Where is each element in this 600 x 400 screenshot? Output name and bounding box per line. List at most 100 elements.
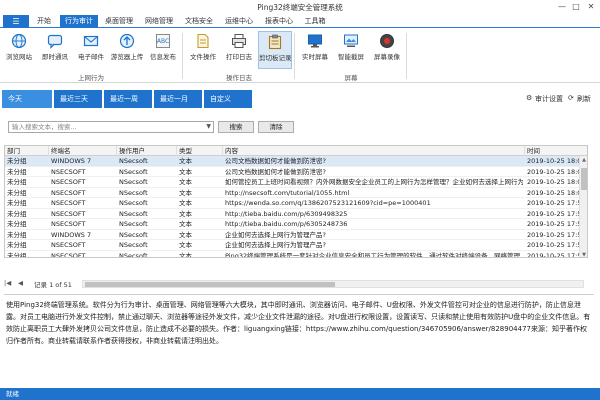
cell-user: NSecsoft — [119, 251, 148, 258]
close-button[interactable]: ✕ — [585, 2, 597, 11]
cell-time: 2019-10-25 17:59:55 — [527, 199, 583, 207]
ribbon-print-log[interactable]: 打印日志 — [222, 31, 256, 69]
records-table: 部门 终端名 操作用户 类型 内容 时间 未分组 WINDOWS 7 NSecsof… — [4, 145, 588, 258]
maximize-button[interactable]: □ — [570, 2, 582, 11]
column-header-user[interactable]: 操作用户 — [117, 146, 177, 156]
cell-terminal: WINDOWS 7 — [51, 157, 92, 165]
cell-terminal: NSECSOFT — [51, 199, 86, 207]
column-header-time[interactable]: 时间 — [525, 146, 587, 156]
ribbon-file-operations[interactable]: 文件操作 — [186, 31, 220, 69]
mail-icon — [83, 35, 99, 47]
cell-terminal: NSECSOFT — [51, 178, 86, 186]
cell-department: 未分组 — [7, 209, 27, 218]
ribbon: 浏览网站 即时通讯 电子邮件 游览器上传 ABC 信息发布 上网行为 文件操作 … — [0, 29, 600, 83]
cell-type: 文本 — [179, 220, 192, 228]
ribbon-smart-screenshot[interactable]: 智能截屏 — [334, 31, 368, 69]
menu-report-center[interactable]: 报表中心 — [260, 15, 298, 28]
prev-record-button[interactable]: ◀ — [18, 279, 23, 287]
refresh-icon[interactable]: ⟳ — [568, 94, 574, 102]
table-row[interactable]: 未分组 NSECSOFT NSecsoft 文本 http://tieba.baidu.… — [5, 209, 587, 219]
ribbon-label: 电子邮件 — [78, 53, 104, 61]
column-header-department[interactable]: 部门 — [5, 146, 49, 156]
ribbon-clipboard-records[interactable]: 剪切板记录 — [258, 31, 292, 69]
ribbon-group-label-web: 上网行为 — [78, 74, 104, 82]
audit-settings-link[interactable]: 审计设置 — [535, 94, 563, 104]
table-row[interactable]: 未分组 NSECSOFT NSecsoft 文本 公司文档数据如何才能做到防泄密? 201… — [5, 167, 587, 177]
cell-time: 2019-10-25 17:59:15 — [527, 241, 583, 249]
ribbon-info-publish[interactable]: ABC 信息发布 — [146, 31, 180, 69]
date-tab-last-3-days[interactable]: 最近三天 — [54, 90, 102, 108]
scroll-down-icon[interactable]: ▼ — [580, 251, 587, 257]
gear-icon[interactable]: ⚙ — [526, 94, 532, 102]
search-input[interactable]: 输入搜索文本，搜索... ▼ — [8, 121, 214, 133]
cell-content: 企业如何去选择上网行为管理产品? — [225, 241, 326, 249]
horizontal-scrollbar[interactable] — [82, 280, 584, 288]
table-row[interactable]: 未分组 NSECSOFT NSecsoft 文本 https://wenda.so.co… — [5, 198, 587, 209]
ribbon-instant-messaging[interactable]: 即时通讯 — [38, 31, 72, 69]
scroll-up-icon[interactable]: ▲ — [580, 156, 587, 164]
cell-content: http://tieba.baidu.com/p/6309498325 — [225, 209, 348, 218]
title-bar: Ping32终端安全管理系统 — □ ✕ — [0, 0, 600, 14]
date-tab-last-month[interactable]: 最近一月 — [154, 90, 202, 108]
cell-content: 公司文档数据如何才能做到防泄密? — [225, 157, 326, 165]
date-tab-custom[interactable]: 自定义 — [204, 90, 252, 108]
menu-desktop-management[interactable]: 桌面管理 — [100, 15, 138, 28]
cell-department: 未分组 — [7, 199, 27, 207]
column-header-type[interactable]: 类型 — [177, 146, 223, 156]
menu-network-management[interactable]: 网络管理 — [140, 15, 178, 28]
refresh-link[interactable]: 刷新 — [577, 94, 591, 104]
cell-department: 未分组 — [7, 167, 27, 176]
ribbon-screen-recording[interactable]: 屏幕录像 — [370, 31, 404, 69]
table-row[interactable]: 未分组 NSECSOFT NSecsoft 文本 http://nsecsoft.com… — [5, 188, 587, 198]
cell-time: 2019-10-25 17:59:50 — [527, 209, 583, 218]
cell-terminal: NSECSOFT — [51, 188, 86, 197]
chevron-down-icon[interactable]: ▼ — [206, 122, 211, 132]
scroll-thumb[interactable] — [581, 168, 587, 190]
table-row[interactable]: 未分组 WINDOWS 7 NSecsoft 文本 公司文档数据如何才能做到防泄密? 20… — [5, 156, 587, 167]
table-row[interactable]: 未分组 NSECSOFT NSecsoft 文本 Ping32终端管理系统是一套针对企业… — [5, 251, 587, 258]
cell-type: 文本 — [179, 251, 192, 258]
ribbon-label: 文件操作 — [190, 53, 216, 61]
cell-type: 文本 — [179, 241, 192, 249]
cell-user: NSecsoft — [119, 188, 148, 197]
ribbon-browser-upload[interactable]: 游览器上传 — [110, 31, 144, 69]
date-tab-today[interactable]: 今天 — [2, 90, 52, 108]
search-button[interactable]: 搜索 — [218, 121, 254, 133]
table-row[interactable]: 未分组 NSECSOFT NSecsoft 文本 如何管控员工上班时间看视频？内外网数据… — [5, 177, 587, 188]
ribbon-separator — [294, 33, 295, 79]
ribbon-realtime-screen[interactable]: 实时屏幕 — [298, 31, 332, 69]
app-menu-icon[interactable]: ☰ — [3, 15, 29, 28]
cell-user: NSecsoft — [119, 167, 148, 176]
minimize-button[interactable]: — — [556, 2, 568, 11]
column-header-terminal[interactable]: 终端名 — [49, 146, 117, 156]
cell-content: 公司文档数据如何才能做到防泄密? — [225, 167, 326, 176]
cell-type: 文本 — [179, 209, 192, 218]
cell-terminal: NSECSOFT — [51, 241, 86, 249]
date-tab-last-week[interactable]: 最近一周 — [104, 90, 152, 108]
ribbon-separator — [406, 33, 407, 79]
first-record-button[interactable]: |◀ — [4, 279, 11, 287]
menu-document-security[interactable]: 文档安全 — [180, 15, 218, 28]
menu-start[interactable]: 开始 — [32, 15, 56, 28]
ribbon-browse-websites[interactable]: 浏览网站 — [2, 31, 36, 69]
clear-button[interactable]: 清除 — [258, 121, 294, 133]
menu-toolbox[interactable]: 工具箱 — [300, 15, 330, 28]
ribbon-group-label-screen: 屏幕 — [344, 74, 358, 82]
table-row[interactable]: 未分组 NSECSOFT NSecsoft 文本 企业如何去选择上网行为管理产品? 201… — [5, 240, 587, 251]
scroll-thumb[interactable] — [85, 282, 335, 287]
menu-behavior-audit[interactable]: 行为审计 — [60, 15, 98, 28]
table-row[interactable]: 未分组 WINDOWS 7 NSecsoft 文本 企业如何去选择上网行为管理产品? 20… — [5, 230, 587, 240]
cell-type: 文本 — [179, 188, 192, 197]
cell-content: 企业如何去选择上网行为管理产品? — [225, 230, 326, 239]
search-placeholder: 输入搜索文本，搜索... — [12, 123, 77, 131]
column-header-content[interactable]: 内容 — [223, 146, 525, 156]
ribbon-email[interactable]: 电子邮件 — [74, 31, 108, 69]
menu-ops-center[interactable]: 运维中心 — [220, 15, 258, 28]
cell-type: 文本 — [179, 167, 192, 176]
screenshot-icon — [344, 34, 358, 47]
ribbon-label: 浏览网站 — [6, 53, 32, 61]
vertical-scrollbar[interactable]: ▲ ▼ — [579, 156, 587, 257]
cell-content: https://wenda.so.com/q/1386207523121609?… — [225, 199, 431, 207]
table-row[interactable]: 未分组 NSECSOFT NSecsoft 文本 http://tieba.baidu.… — [5, 219, 587, 230]
ribbon-label: 智能截屏 — [338, 53, 364, 61]
